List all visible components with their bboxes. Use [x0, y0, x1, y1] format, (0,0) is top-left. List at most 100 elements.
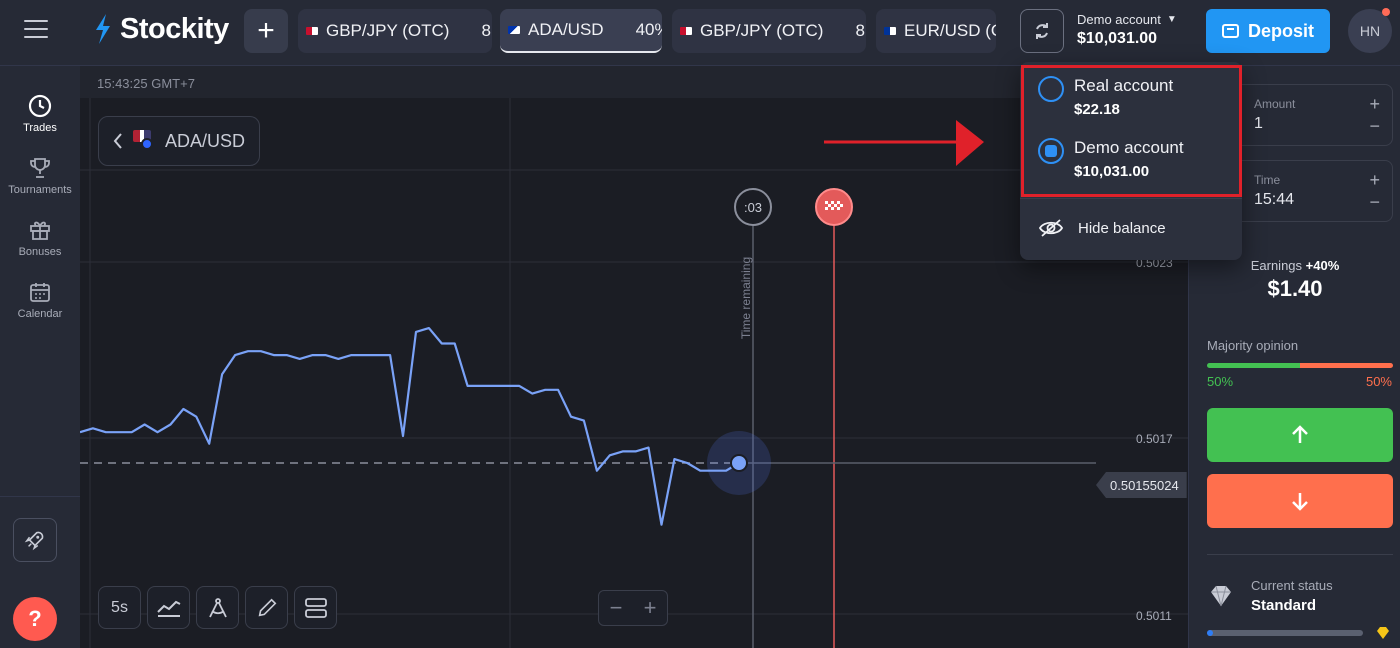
sidebar-item-label: Trades [23, 122, 57, 134]
current-point [730, 453, 748, 472]
asset-name: ADA/USD [528, 20, 604, 39]
notification-dot [1382, 8, 1390, 16]
deposit-label: Deposit [1247, 20, 1314, 41]
timeframe-button[interactable]: 5s [98, 586, 141, 629]
caret-down-icon: ▼ [1166, 14, 1177, 25]
zoom-in-button[interactable]: + [633, 591, 667, 625]
asset-tab-gbpjpy-2[interactable]: GBP/JPY (OTC) 81% [672, 9, 866, 53]
pair-selector[interactable]: ADA/USD [98, 116, 261, 166]
asset-payout: 81% [481, 21, 492, 40]
real-account-label: Real account [1074, 76, 1174, 95]
asset-payout: 40% [635, 20, 662, 39]
demo-account-balance: $10,031.00 [1074, 163, 1150, 180]
gbp-flag-icon [306, 27, 318, 35]
trophy-icon [30, 158, 50, 178]
up-button[interactable] [1207, 408, 1393, 462]
gift-icon [30, 221, 50, 240]
asset-tab-gbpjpy-1[interactable]: GBP/JPY (OTC) 81% [298, 9, 492, 53]
asset-name: GBP/JPY (OTC) [326, 21, 450, 40]
add-asset-button[interactable]: + [244, 9, 288, 53]
status-label: Current status [1251, 578, 1333, 593]
majority-up-pct: 50% [1207, 374, 1234, 389]
price-axis-label: 0.5011 [1136, 609, 1172, 623]
eur-flag-icon [884, 27, 896, 35]
panel-divider [1207, 554, 1393, 555]
top-bar: Stockity + GBP/JPY (OTC) 81% ADA/USD 40%… [0, 0, 1400, 66]
status-value: Standard [1251, 597, 1317, 614]
asset-payout: 81% [855, 21, 866, 40]
menu-icon[interactable] [24, 20, 48, 42]
swap-icon[interactable] [1020, 9, 1064, 53]
server-clock: 15:43:25 GMT+7 [97, 76, 195, 91]
clock-icon [28, 94, 52, 118]
rocket-button[interactable] [13, 518, 57, 562]
sidebar-item-label: Tournaments [8, 184, 72, 196]
majority-bar [1207, 363, 1393, 368]
gbp-flag-icon [680, 27, 692, 35]
chevron-left-icon [113, 133, 122, 149]
real-account-option[interactable]: Real account $22.18 [1038, 76, 1173, 118]
account-type: Demo account [1077, 12, 1161, 27]
pair-name: ADA/USD [165, 130, 246, 151]
time-label: Time [1254, 173, 1281, 187]
radio-checked[interactable] [1038, 138, 1064, 164]
sidebar-item-bonuses[interactable]: Bonuses [0, 218, 80, 258]
earnings-pct: +40% [1305, 258, 1340, 273]
earnings-value: $1.40 [1267, 276, 1323, 301]
time-remaining-label: Time remaining [739, 256, 754, 340]
annotation-arrow-icon [824, 120, 984, 166]
logo[interactable]: Stockity [92, 12, 229, 46]
asset-name: GBP/JPY (OTC) [700, 21, 824, 40]
hide-balance-label: Hide balance [1078, 219, 1166, 237]
demo-account-label: Demo account [1074, 138, 1184, 157]
time-stepper[interactable]: + − [1369, 169, 1380, 213]
deposit-button[interactable]: Deposit [1206, 9, 1330, 53]
sidebar-item-calendar[interactable]: Calendar [0, 280, 80, 320]
account-dropdown: Real account $22.18 Demo account $10,031… [1020, 62, 1242, 260]
eye-off-icon [1038, 219, 1064, 237]
current-price-tag: 0.50155024 [1096, 472, 1187, 498]
radio-unchecked[interactable] [1038, 76, 1064, 102]
status-progress-fill [1207, 630, 1214, 636]
arrow-down-icon [1292, 493, 1308, 511]
asset-tab-eurusd[interactable]: EUR/USD (OTC) [876, 9, 996, 53]
price-line [80, 327, 740, 526]
line-chart-icon[interactable] [147, 586, 190, 629]
sidebar-item-label: Calendar [17, 308, 63, 320]
status-progress [1207, 630, 1363, 636]
finish-flag-icon [815, 188, 853, 226]
help-button[interactable]: ? [13, 597, 57, 641]
sidebar-divider [0, 496, 80, 497]
amount-stepper[interactable]: + − [1369, 93, 1380, 137]
asset-tab-adausd[interactable]: ADA/USD 40% [500, 9, 662, 53]
logo-mark-icon [96, 14, 110, 44]
layout-icon[interactable] [294, 586, 337, 629]
rocket-icon [24, 531, 44, 551]
real-account-balance: $22.18 [1074, 101, 1120, 118]
arrow-up-icon [1292, 425, 1308, 443]
pencil-icon[interactable] [245, 586, 288, 629]
brand-name: Stockity [120, 12, 229, 45]
account-balance: $10,031.00 [1077, 30, 1158, 47]
hide-balance-option[interactable]: Hide balance [1038, 218, 1166, 238]
account-selector[interactable]: Demo account ▼ $10,031.00 [1077, 12, 1177, 48]
chart-toolbar: 5s [98, 586, 337, 629]
sidebar-item-trades[interactable]: Trades [0, 94, 80, 134]
demo-account-option[interactable]: Demo account $10,031.00 [1038, 138, 1184, 180]
left-sidebar: Trades Tournaments Bonuses Calendar ? [0, 66, 80, 648]
sidebar-item-tournaments[interactable]: Tournaments [0, 156, 80, 196]
asset-name: EUR/USD (OTC) [904, 21, 996, 40]
gold-diamond-icon [1377, 627, 1389, 639]
amount-value: 1 [1254, 115, 1263, 132]
compass-icon[interactable] [196, 586, 239, 629]
zoom-out-button[interactable]: − [599, 591, 633, 625]
dropdown-divider [1020, 198, 1242, 199]
wallet-icon [1221, 24, 1239, 38]
calendar-icon [30, 283, 50, 302]
zoom-control: − + [598, 590, 668, 626]
earnings-text: Earnings [1250, 258, 1303, 273]
ada-flag-icon [508, 26, 520, 34]
pair-flag-icon [133, 130, 155, 152]
expiry-timer: :03 [734, 188, 772, 226]
down-button[interactable] [1207, 474, 1393, 528]
